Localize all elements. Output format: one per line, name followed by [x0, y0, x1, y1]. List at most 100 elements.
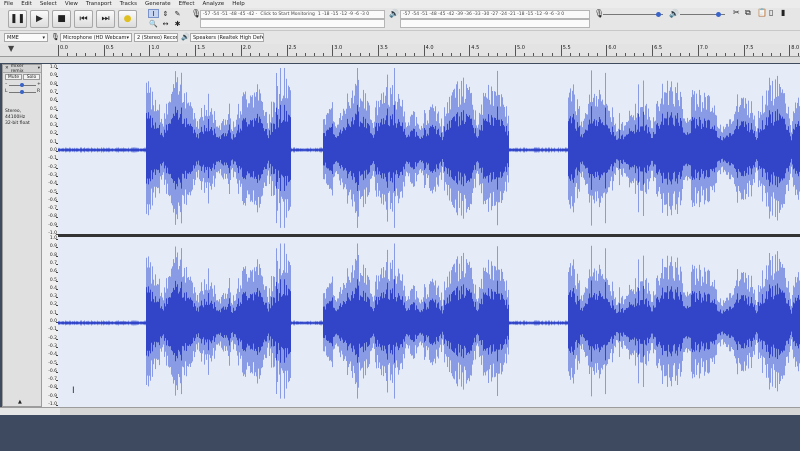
gain-knob[interactable] [20, 83, 24, 87]
ruler-label: 8.0 [791, 45, 800, 51]
paste-icon[interactable]: 📋 [757, 8, 767, 17]
ruler-tick [688, 53, 690, 56]
time-shift-tool[interactable]: ↔ [160, 19, 171, 28]
multi-tool-icon: ✱ [174, 19, 181, 28]
ruler-label: 7.0 [699, 45, 708, 51]
silence-icon[interactable]: ▮ [781, 8, 785, 17]
ruler-tick [670, 53, 672, 56]
record-volume-knob[interactable] [656, 12, 661, 17]
envelope-icon: ⇕ [162, 9, 169, 18]
ruler-tick [368, 53, 370, 56]
i-beam-icon: I [152, 9, 155, 18]
ruler-tick [149, 45, 151, 56]
ruler-tick [533, 53, 535, 56]
ruler-tick [268, 53, 270, 56]
ruler-label: 3.5 [379, 45, 388, 51]
waveform-display[interactable] [58, 64, 800, 407]
playback-volume-knob[interactable] [716, 12, 721, 17]
ruler-tick [624, 53, 626, 56]
record-meter-scale-tail: 1 -18 -15 -12 -9 -6 -3 0 [317, 12, 370, 17]
skip-start-icon: ⏮ [79, 14, 88, 24]
skip-end-button[interactable]: ⏭ [96, 10, 115, 28]
menu-tracks[interactable]: Tracks [116, 1, 141, 7]
ruler-tick [323, 53, 325, 56]
menu-file[interactable]: File [0, 1, 17, 7]
input-device-icon: 🎙 [51, 33, 60, 41]
desktop-background [0, 415, 800, 451]
record-meter-channel-2 [200, 19, 385, 28]
ruler-label: 3.0 [334, 45, 343, 51]
track-name-button[interactable]: ✕ mixer remix ▾ [3, 63, 41, 74]
ruler-tick [58, 45, 59, 56]
ruler-tick [780, 53, 782, 56]
ruler-tick [441, 53, 443, 56]
record-meter-prompt: Click to Start Monitoring [260, 12, 315, 17]
menu-select[interactable]: Select [36, 1, 61, 7]
ruler-tick [761, 53, 763, 56]
input-device-select[interactable]: Microphone (HD Webcam ▾ [60, 33, 132, 42]
ruler-tick [542, 53, 544, 56]
pause-button[interactable]: ❚❚ [8, 10, 27, 28]
ruler-tick [158, 53, 160, 56]
close-icon[interactable]: ✕ [5, 66, 9, 71]
envelope-tool[interactable]: ⇕ [160, 9, 171, 18]
vertical-amplitude-scale[interactable]: 1.0 0.9 0.8 0.7 0.6 0.5 0.4 0.3 0.2 0.1 0.0 -0.1 -0.… [42, 64, 58, 407]
ruler-tick [359, 53, 361, 56]
zoom-tool[interactable]: 🔍 [148, 19, 159, 28]
chevron-down-icon: ▾ [37, 66, 40, 71]
audio-host-select[interactable]: MME ▾ [4, 33, 48, 42]
speaker-icon: 🔊 [389, 9, 399, 18]
play-button[interactable]: ▶ [30, 10, 49, 28]
menu-analyze[interactable]: Analyze [199, 1, 229, 7]
ruler-tick [387, 53, 389, 56]
input-channels-select[interactable]: 2 (Stereo) Recor▾ [134, 33, 178, 42]
collapse-arrow-icon[interactable]: ▲ [18, 399, 22, 405]
multi-tool[interactable]: ✱ [172, 19, 183, 28]
track-name: mixer remix [10, 63, 24, 74]
record-meter-scale: -57 -54 -51 -48 -45 -42 - [203, 12, 258, 17]
record-button[interactable]: ● [118, 10, 137, 28]
record-meter[interactable]: -57 -54 -51 -48 -45 -42 - Click to Start… [200, 10, 385, 19]
ruler-tick [240, 45, 242, 56]
skip-end-icon: ⏭ [101, 14, 110, 24]
play-icon: ▶ [36, 14, 43, 24]
stop-icon: ■ [57, 14, 66, 24]
timeline-ruler[interactable]: ▼ 0.0 0.5 1.0 1.5 2.0 2.5 3.0 3.5 4.0 4.5 5.0 5.5 6.… [0, 44, 800, 57]
mute-button[interactable]: Mute [5, 74, 22, 80]
menu-effect[interactable]: Effect [175, 1, 199, 7]
ruler-tick [213, 53, 215, 56]
copy-icon[interactable]: ⧉ [745, 8, 751, 18]
playback-meter[interactable]: -57 -54 -51 -48 -45 -42 -39 -36 -33 -30 … [400, 10, 590, 19]
ruler-tick [112, 53, 114, 56]
ruler-tick [569, 53, 571, 56]
menu-transport[interactable]: Transport [82, 1, 116, 7]
draw-tool[interactable]: ✎ [172, 9, 183, 18]
ruler-tick [176, 53, 178, 56]
skip-start-button[interactable]: ⏮ [74, 10, 93, 28]
trim-icon[interactable]: ▯ [769, 8, 773, 17]
ruler-tick [633, 53, 635, 56]
gain-plus-icon: + [37, 82, 41, 87]
selection-tool[interactable]: I [148, 9, 159, 18]
cut-icon[interactable]: ✂ [733, 8, 740, 17]
track-area-top-gap [0, 57, 800, 63]
time-shift-icon: ↔ [162, 19, 169, 28]
ruler-tick [615, 53, 617, 56]
output-device-select[interactable]: Speakers (Realtek High Def ▾ [190, 33, 264, 42]
pan-knob[interactable] [20, 90, 24, 94]
menu-view[interactable]: View [61, 1, 82, 7]
record-volume-slider[interactable] [603, 14, 663, 15]
menu-help[interactable]: Help [228, 1, 249, 7]
pause-icon: ❚❚ [9, 14, 26, 24]
menu-edit[interactable]: Edit [17, 1, 36, 7]
solo-button[interactable]: Solo [23, 74, 40, 80]
stop-button[interactable]: ■ [52, 10, 71, 28]
ruler-tick [304, 53, 306, 56]
ruler-tick [551, 53, 553, 56]
ruler-tick [259, 53, 261, 56]
ruler-label: 5.5 [562, 45, 571, 51]
track-control-panel: ✕ mixer remix ▾ Mute Solo – + L R Stereo… [2, 64, 42, 407]
menu-generate[interactable]: Generate [141, 1, 175, 7]
ruler-tick [451, 53, 453, 56]
ruler-tick [706, 53, 708, 56]
